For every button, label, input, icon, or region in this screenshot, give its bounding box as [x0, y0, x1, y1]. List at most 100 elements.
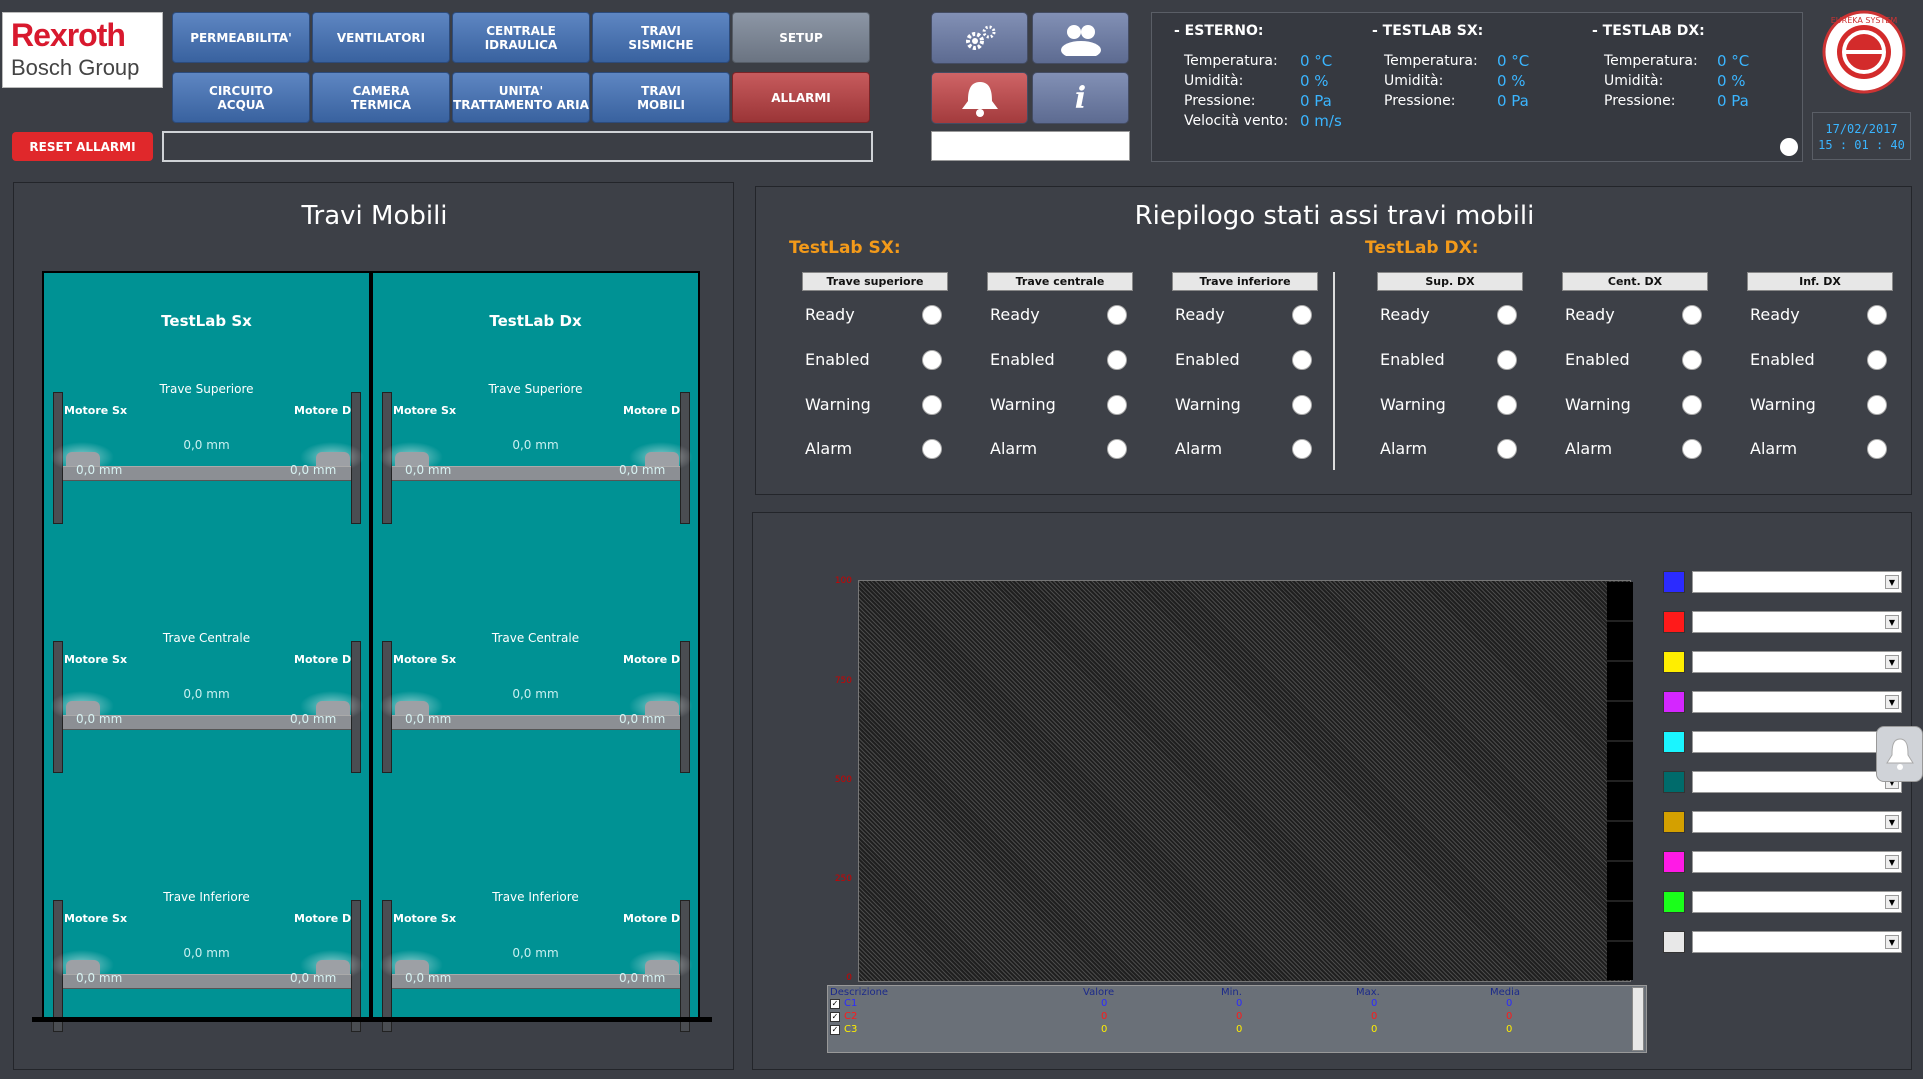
state-led-ready	[922, 305, 942, 325]
nav-uta-button[interactable]: UNITA' TRATTAMENTO ARIA	[452, 72, 590, 123]
nav-travi-sismiche-button[interactable]: TRAVI SISMICHE	[592, 12, 730, 63]
legend-row-min: 0	[1236, 1011, 1243, 1022]
esterno-hum-value: 0 %	[1300, 72, 1329, 90]
reset-alarms-button[interactable]: RESET ALLARMI	[12, 132, 153, 161]
state-label-enabled: Enabled	[1175, 350, 1240, 369]
beam-left-value: 0,0 mm	[76, 463, 123, 477]
sx-title: - TESTLAB SX:	[1372, 23, 1484, 39]
series-color-swatch[interactable]	[1663, 651, 1685, 673]
nav-centrale-idraulica-button[interactable]: CENTRALE IDRAULICA	[452, 12, 590, 63]
alarm-bell-button[interactable]	[931, 72, 1028, 124]
series-color-swatch[interactable]	[1663, 851, 1685, 873]
legend-row-name: C3	[844, 1024, 858, 1035]
beam-left-value: 0,0 mm	[405, 463, 452, 477]
esterno-hum-label: Umidità:	[1184, 73, 1244, 89]
state-label-warning: Warning	[805, 395, 871, 414]
series-select-dropdown[interactable]: ▼	[1692, 851, 1902, 873]
motor-sx-label: Motore Sx	[64, 404, 128, 417]
state-label-enabled: Enabled	[1750, 350, 1815, 369]
series-select-dropdown[interactable]: ▼	[1692, 611, 1902, 633]
state-led-warning	[1107, 395, 1127, 415]
series-select-dropdown[interactable]: ▼	[1692, 811, 1902, 833]
legend-row-min: 0	[1236, 998, 1243, 1009]
riepilogo-col-header: Inf. DX	[1747, 272, 1893, 291]
beam-right-value: 0,0 mm	[290, 463, 337, 477]
series-color-swatch[interactable]	[1663, 571, 1685, 593]
state-label-alarm: Alarm	[1750, 439, 1798, 458]
riepilogo-col-header: Trave centrale	[987, 272, 1133, 291]
gears-icon	[965, 25, 995, 50]
beam-center-value: 0,0 mm	[183, 946, 230, 960]
series-color-swatch[interactable]	[1663, 731, 1685, 753]
info-button[interactable]: i	[1032, 72, 1129, 124]
series-color-swatch[interactable]	[1663, 691, 1685, 713]
state-led-enabled	[1682, 350, 1702, 370]
rexroth-logo: Rexroth Bosch Group	[2, 12, 163, 88]
series-color-swatch[interactable]	[1663, 811, 1685, 833]
y-tick-label: 250	[834, 874, 852, 884]
state-label-enabled: Enabled	[990, 350, 1055, 369]
state-led-ready	[1497, 305, 1517, 325]
legend-row-name: C1	[844, 998, 858, 1009]
info-icon: i	[1074, 80, 1087, 116]
series-color-swatch[interactable]	[1663, 611, 1685, 633]
dx-title: - TESTLAB DX:	[1592, 23, 1705, 39]
nav-ventilatori-button[interactable]: VENTILATORI	[312, 12, 450, 63]
legend-row-checkbox[interactable]: ✓	[830, 1012, 840, 1022]
series-select-dropdown[interactable]: ▼	[1692, 891, 1902, 913]
sx-pres-label: Pressione:	[1384, 93, 1456, 109]
series-color-swatch[interactable]	[1663, 771, 1685, 793]
chevron-down-icon: ▼	[1885, 895, 1899, 909]
time-text: 15 : 01 : 40	[1818, 138, 1905, 152]
legend-row-checkbox[interactable]: ✓	[830, 999, 840, 1009]
environment-panel: - ESTERNO: Temperatura: 0 °C Umidità: 0 …	[1151, 12, 1803, 162]
nav-allarmi-button[interactable]: ALLARMI	[732, 72, 870, 123]
state-led-alarm	[1867, 439, 1887, 459]
alarm-popup-button[interactable]	[1876, 726, 1923, 782]
nav-camera-termica-button[interactable]: CAMERA TERMICA	[312, 72, 450, 123]
dx-hum-value: 0 %	[1717, 72, 1746, 90]
motor-sx-label: Motore Sx	[64, 653, 128, 666]
beam-left-value: 0,0 mm	[76, 712, 123, 726]
legend-row-valore: 0	[1101, 1024, 1108, 1035]
chevron-down-icon: ▼	[1885, 615, 1899, 629]
riepilogo-col-header: Cent. DX	[1562, 272, 1708, 291]
series-color-swatch[interactable]	[1663, 891, 1685, 913]
series-select-dropdown[interactable]: ▼	[1692, 691, 1902, 713]
legend-row-max: 0	[1371, 1011, 1378, 1022]
series-color-swatch[interactable]	[1663, 931, 1685, 953]
series-select-dropdown[interactable]: ▼	[1692, 731, 1902, 753]
nav-setup-button[interactable]: SETUP	[732, 12, 870, 63]
state-label-alarm: Alarm	[1175, 439, 1223, 458]
legend-header-max: Max.	[1356, 987, 1380, 998]
state-label-ready: Ready	[1565, 305, 1615, 324]
state-led-alarm	[1682, 439, 1702, 459]
legend-row-valore: 0	[1101, 998, 1108, 1009]
legend-row-media: 0	[1506, 998, 1513, 1009]
logo-line1: Rexroth	[11, 17, 126, 53]
series-select-dropdown[interactable]: ▼	[1692, 571, 1902, 593]
state-led-warning	[1292, 395, 1312, 415]
users-button[interactable]	[1032, 12, 1129, 64]
beam-label: Trave Inferiore	[492, 890, 579, 904]
legend-row-checkbox[interactable]: ✓	[830, 1025, 840, 1035]
series-select-dropdown[interactable]: ▼	[1692, 771, 1902, 793]
state-label-ready: Ready	[1750, 305, 1800, 324]
dx-pres-value: 0 Pa	[1717, 92, 1749, 110]
series-select-dropdown[interactable]: ▼	[1692, 931, 1902, 953]
state-led-enabled	[922, 350, 942, 370]
legend-scrollbar[interactable]	[1632, 987, 1644, 1051]
trend-plot-area	[858, 580, 1631, 982]
beam-label: Trave Inferiore	[163, 890, 250, 904]
nav-permeabilita-button[interactable]: PERMEABILITA'	[172, 12, 310, 63]
series-select-dropdown[interactable]: ▼	[1692, 651, 1902, 673]
nav-travi-mobili-button[interactable]: TRAVI MOBILI	[592, 72, 730, 123]
settings-button[interactable]	[931, 12, 1028, 64]
sx-hum-label: Umidità:	[1384, 73, 1444, 89]
beam-label: Trave Centrale	[491, 631, 580, 645]
sx-temp-label: Temperatura:	[1384, 53, 1478, 69]
nav-circuito-acqua-button[interactable]: CIRCUITO ACQUA	[172, 72, 310, 123]
motor-sx-label: Motore Sx	[64, 912, 128, 925]
state-led-alarm	[1107, 439, 1127, 459]
legend-header-media: Media	[1490, 987, 1521, 998]
